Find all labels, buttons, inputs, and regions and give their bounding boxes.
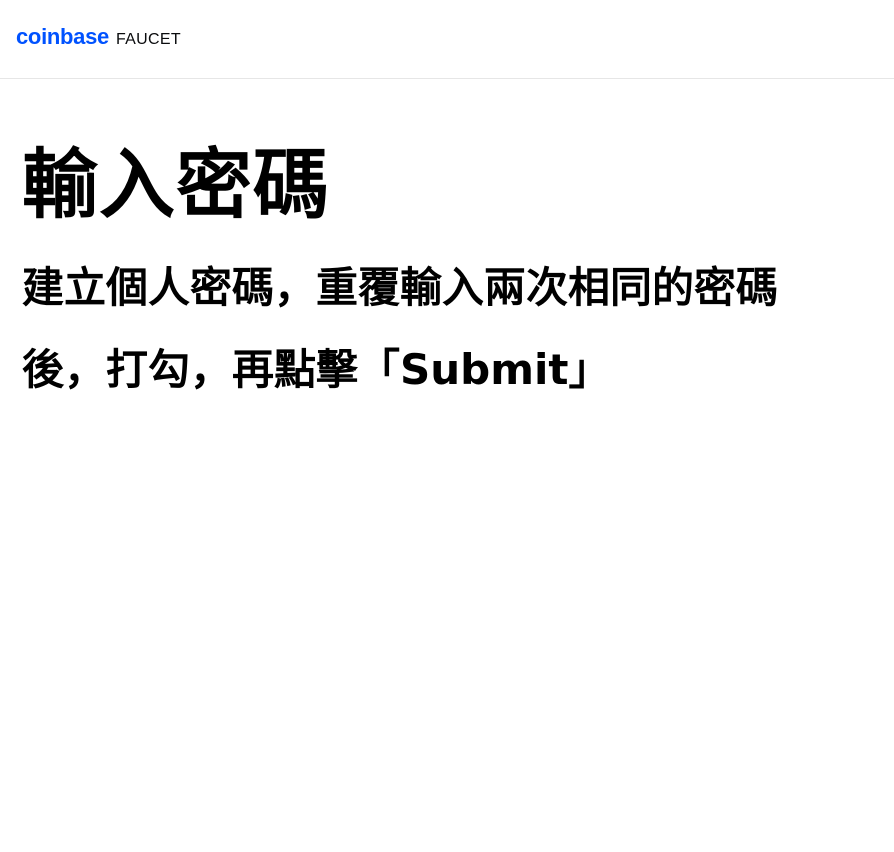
top-header: coinbase FAUCET [0, 0, 894, 79]
brand[interactable]: coinbase FAUCET [16, 24, 181, 50]
product-name: FAUCET [115, 31, 181, 48]
coinbase-logo[interactable]: coinbase [16, 24, 109, 50]
page-title: 輸入密碼 [22, 140, 330, 229]
main-content: 輸入密碼 建立個人密碼，重覆輸入兩次相同的密碼後，打勾，再點擊「Submit」 [0, 137, 894, 411]
instruction-text: 建立個人密碼，重覆輸入兩次相同的密碼後，打勾，再點擊「Submit」 [22, 263, 779, 394]
